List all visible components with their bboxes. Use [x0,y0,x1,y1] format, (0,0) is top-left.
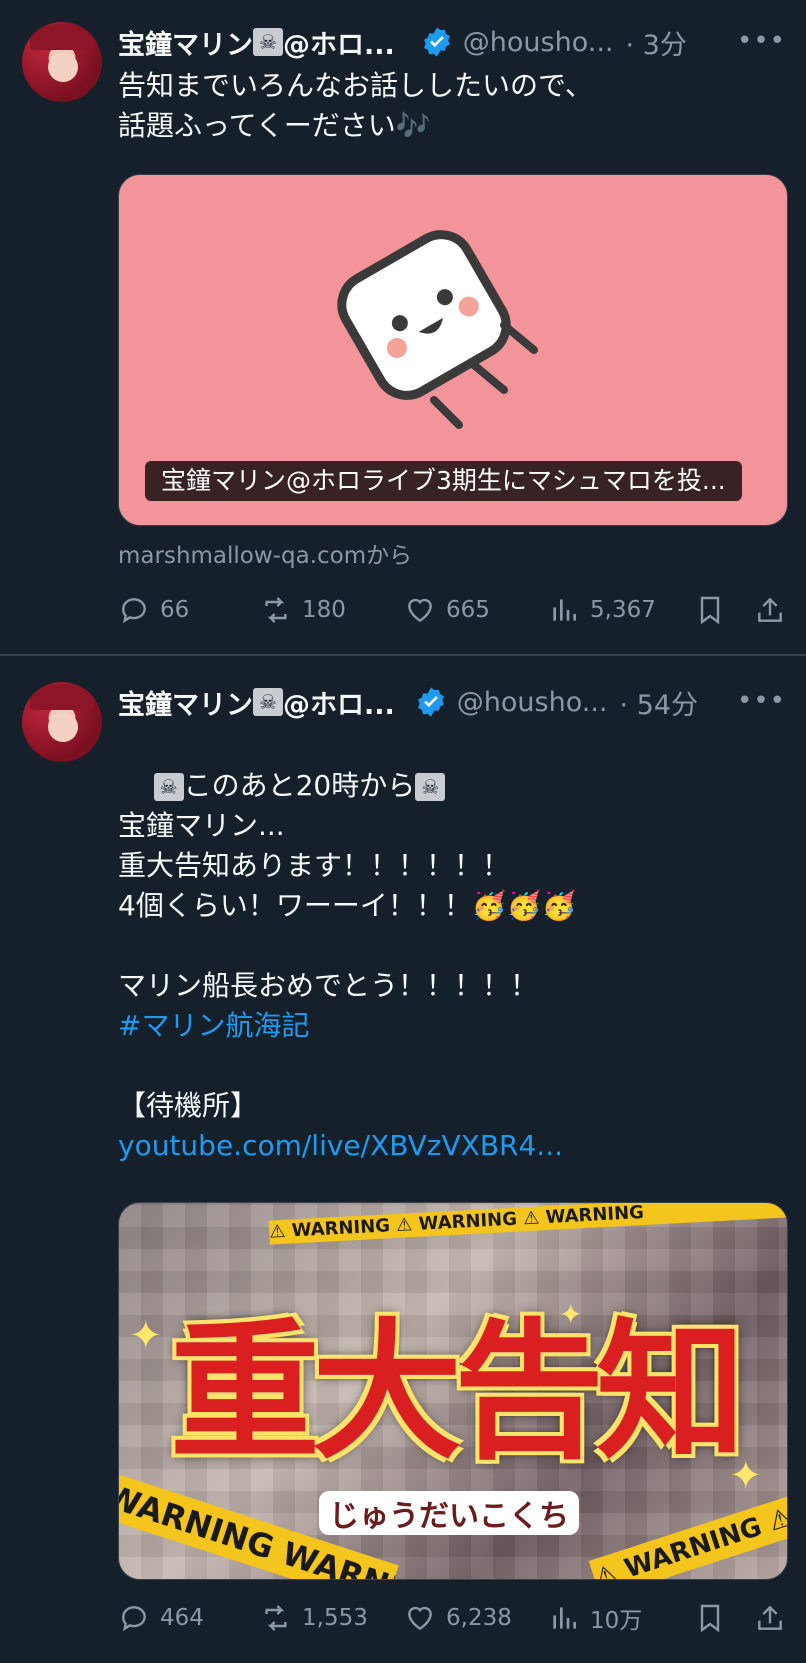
image-title: 重大告知 [169,1306,746,1480]
waiting-label: 【待機所】 [118,1089,259,1122]
action-bar: 66 180 665 5,367 [118,590,786,630]
reply-button[interactable]: 464 [118,1598,204,1638]
like-count: 665 [446,597,490,623]
author-handle[interactable]: @housho... [463,27,614,58]
bookmark-button[interactable] [694,1598,736,1638]
action-bar: 464 1,553 6,238 10万 [118,1598,786,1638]
repost-icon [265,597,287,623]
tweet-header: 宝鐘マリン ☠ @ホロ... @housho... · 54分 [118,682,698,722]
repost-button[interactable]: 180 [260,590,346,630]
tweet-header: 宝鐘マリン ☠ @ホロ... @housho... · 3分 [118,22,687,62]
views-chart-icon [553,599,576,621]
verified-badge-icon [415,686,447,718]
link-card-caption: 宝鐘マリン@ホロライブ3期生にマシュマロを投... [145,461,742,501]
repost-icon [265,1605,287,1631]
hashtag-link[interactable]: #マリン航海記 [118,1006,309,1046]
like-button[interactable]: 6,238 [404,1598,512,1638]
share-icon [758,1605,782,1630]
author-handle[interactable]: @housho... [457,687,608,718]
like-count: 6,238 [446,1605,512,1631]
repost-count: 180 [302,597,346,623]
tweet-text: 告知までいろんなお話ししたいので、 話題ふってくーださい🎶 [118,69,593,142]
intro-text: このあと20時から [183,769,416,802]
bookmark-icon [700,596,720,625]
link-source[interactable]: marshmallow-qa.comから [118,536,412,570]
bookmark-icon [700,1604,720,1633]
skull-icon: ☠ [253,688,283,716]
tweet-text: 宝鐘マリン... 重大告知あります！！！！！！ 4個くらい！ワーーイ！！！🥳🥳🥳… [118,809,577,1002]
verified-badge-icon [421,26,453,58]
views-chart-icon [553,1607,576,1629]
reply-icon [122,1606,146,1632]
reply-count: 464 [160,1605,204,1631]
views-button[interactable]: 5,367 [548,590,656,630]
heart-icon [408,1606,432,1631]
marshmallow-illustration [337,230,538,429]
reply-icon [122,598,146,624]
repost-button[interactable]: 1,553 [260,1598,368,1638]
share-icon [758,597,782,622]
heart-icon [408,598,432,623]
tweet-divider [0,654,806,656]
reply-button[interactable]: 66 [118,590,189,630]
timestamp[interactable]: · 3分 [626,23,687,62]
share-button[interactable] [754,590,796,630]
skull-icon: ☠ [253,28,283,56]
youtube-link[interactable]: youtube.com/live/XBVzVXBR4... [118,1126,563,1166]
image-subtitle: じゅうだいこくち [319,1491,579,1535]
warning-tape: ⚠ WARNING ⚠ [588,1486,787,1579]
views-count: 5,367 [590,597,656,623]
link-card[interactable]: 宝鐘マリン@ホロライブ3期生にマシュマロを投... [118,174,788,526]
more-options-icon[interactable]: ••• [737,686,786,716]
share-button[interactable] [754,1598,796,1638]
timestamp[interactable]: · 54分 [620,683,699,722]
author-name[interactable]: 宝鐘マリン [118,683,253,722]
views-button[interactable]: 10万 [548,1598,642,1638]
repost-count: 1,553 [302,1605,368,1631]
like-button[interactable]: 665 [404,590,490,630]
skull-icon: ☠ [415,773,446,801]
reply-count: 66 [160,597,190,623]
author-name[interactable]: 宝鐘マリン [118,23,253,62]
author-name-suffix[interactable]: @ホロ... [283,683,395,722]
author-name-suffix[interactable]: @ホロ... [283,23,395,62]
bookmark-button[interactable] [694,590,736,630]
warning-tape: ⚠ WARNING ⚠ WARNING ⚠ WARNING [268,1203,787,1245]
views-count: 10万 [590,1608,643,1634]
avatar[interactable] [22,22,102,102]
media-image[interactable]: ⚠ WARNING ⚠ WARNING ⚠ WARNING WARNING WA… [118,1202,788,1580]
avatar[interactable] [22,682,102,762]
skull-icon: ☠ [153,773,184,801]
more-options-icon[interactable]: ••• [737,26,786,56]
